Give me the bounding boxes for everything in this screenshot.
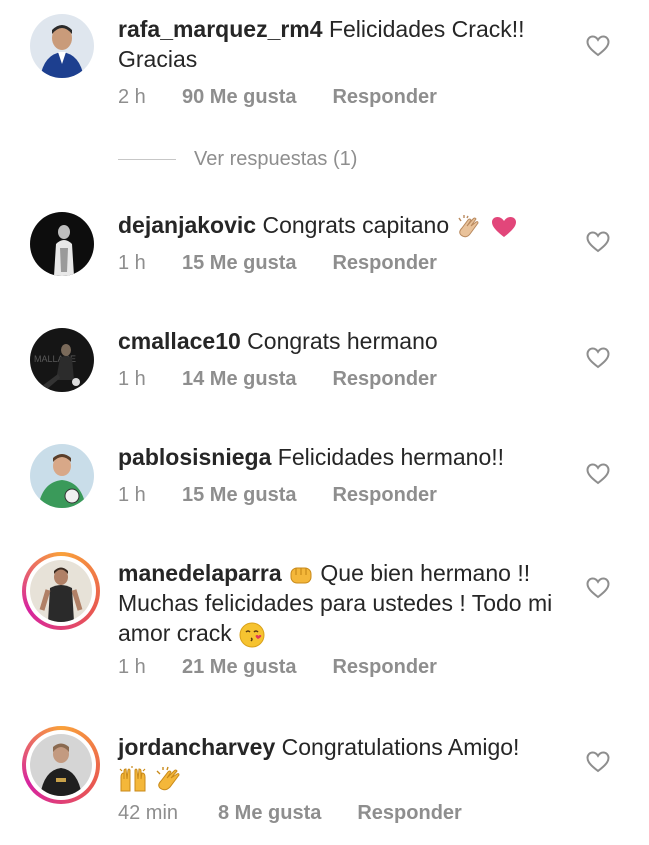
avatar[interactable]: [30, 444, 94, 508]
like-heart-icon[interactable]: [586, 751, 610, 773]
avatar[interactable]: MALLACE: [30, 328, 94, 392]
clapping-hands-emoji: [457, 214, 479, 238]
comment-body: Congratulations Amigo!: [281, 734, 520, 760]
comment-meta: 1 h 14 Me gusta Responder: [118, 368, 437, 391]
raised-hands-emoji: [119, 765, 146, 792]
comment-meta: 42 min 8 Me gusta Responder: [118, 802, 462, 825]
comment-likes[interactable]: 15 Me gusta: [182, 252, 296, 274]
comment-likes[interactable]: 8 Me gusta: [218, 802, 321, 824]
avatar: [30, 560, 92, 622]
comment-time: 1 h: [118, 252, 146, 274]
like-heart-icon[interactable]: [586, 231, 610, 253]
comment-likes[interactable]: 15 Me gusta: [182, 484, 296, 506]
comment-username[interactable]: dejanjakovic: [118, 212, 256, 238]
reply-button[interactable]: Responder: [332, 368, 436, 390]
comment-text: rafa_marquez_rm4 Felicidades Crack!! Gra…: [118, 14, 573, 74]
comment-text: pablosisniega Felicidades hermano!!: [118, 442, 573, 472]
view-replies-button[interactable]: Ver respuestas (1): [118, 148, 357, 171]
comment-time: 42 min: [118, 802, 179, 824]
story-avatar[interactable]: [22, 552, 100, 630]
comment-time: 2 h: [118, 86, 146, 108]
comment-meta: 1 h 21 Me gusta Responder: [118, 656, 437, 679]
reply-button[interactable]: Responder: [357, 802, 461, 824]
avatar[interactable]: [30, 212, 94, 276]
like-heart-icon[interactable]: [586, 35, 610, 57]
like-heart-icon[interactable]: [586, 463, 610, 485]
comment-body: Felicidades hermano!!: [277, 444, 505, 470]
reply-button[interactable]: Responder: [332, 86, 436, 108]
comment-text: dejanjakovic Congrats capitano: [118, 210, 573, 240]
comment-time: 1 h: [118, 656, 146, 678]
comment-body: Congrats capitano: [262, 212, 450, 238]
comment-text: jordancharvey Congratulations Amigo!: [118, 732, 573, 793]
comment-meta: 1 h 15 Me gusta Responder: [118, 484, 437, 507]
comment-text: manedelaparra Que bien hermano !! Muchas…: [118, 558, 573, 649]
comment-username[interactable]: cmallace10: [118, 328, 241, 354]
kissing-face-emoji: [239, 622, 265, 648]
like-heart-icon[interactable]: [586, 577, 610, 599]
story-avatar[interactable]: [22, 726, 100, 804]
comment-body: Congrats hermano: [247, 328, 438, 354]
story-ring-gap: [26, 556, 96, 626]
comment-username[interactable]: rafa_marquez_rm4: [118, 16, 323, 42]
reply-button[interactable]: Responder: [332, 252, 436, 274]
comment-text: cmallace10 Congrats hermano: [118, 326, 573, 356]
reply-button[interactable]: Responder: [332, 484, 436, 506]
divider-line: [118, 159, 176, 161]
view-replies-label: Ver respuestas (1): [194, 148, 358, 170]
comment-username[interactable]: jordancharvey: [118, 734, 275, 760]
clapping-hands-emoji: [156, 766, 180, 791]
comment-username[interactable]: pablosisniega: [118, 444, 271, 470]
comment-likes[interactable]: 21 Me gusta: [182, 656, 296, 678]
heart-emoji: [491, 216, 516, 237]
comment-username[interactable]: manedelaparra: [118, 560, 282, 586]
avatar[interactable]: [30, 14, 94, 78]
comment-meta: 1 h 15 Me gusta Responder: [118, 252, 437, 275]
comment-time: 1 h: [118, 368, 146, 390]
comment-likes[interactable]: 14 Me gusta: [182, 368, 296, 390]
avatar: [30, 734, 92, 796]
comment-likes[interactable]: 90 Me gusta: [182, 86, 296, 108]
story-ring-gap: [26, 730, 96, 800]
reply-button[interactable]: Responder: [332, 656, 436, 678]
comment-time: 1 h: [118, 484, 146, 506]
fist-emoji: [290, 567, 312, 584]
comment-meta: 2 h 90 Me gusta Responder: [118, 86, 437, 109]
like-heart-icon[interactable]: [586, 347, 610, 369]
